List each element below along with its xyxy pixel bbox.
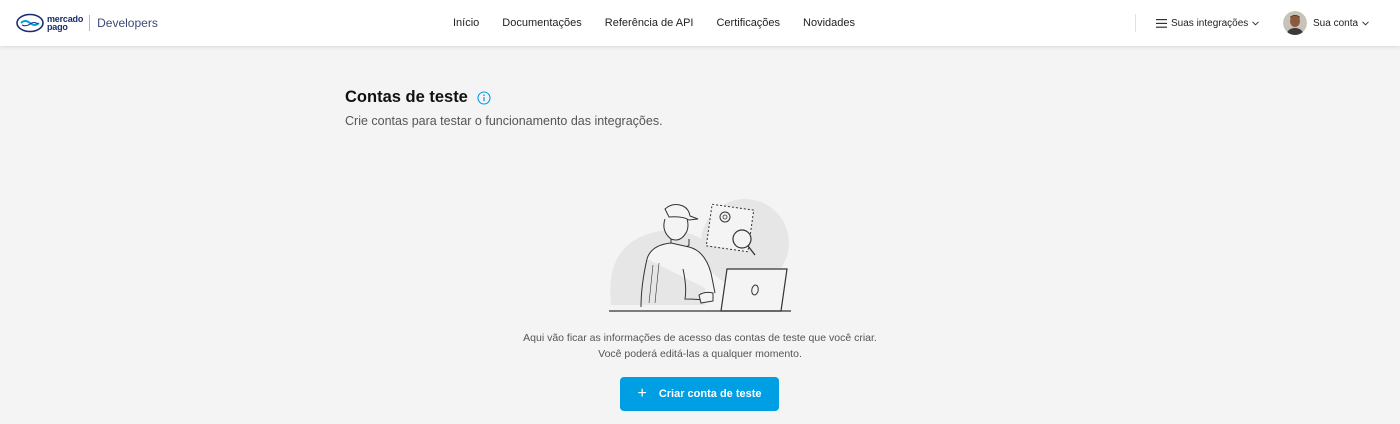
avatar: [1283, 11, 1307, 35]
create-test-account-label: Criar conta de teste: [658, 388, 762, 400]
chevron-down-icon: [1362, 20, 1369, 26]
brand-product-name: Developers: [97, 16, 158, 30]
nav-item-inicio[interactable]: Início: [453, 17, 479, 29]
brand-logo-link[interactable]: mercado pago Developers: [16, 12, 158, 34]
brand-wordmark: mercado pago: [47, 15, 83, 32]
nav-item-referencia-api[interactable]: Referência de API: [605, 17, 694, 29]
header-divider: [1135, 14, 1136, 32]
nav-item-documentacoes[interactable]: Documentações: [502, 17, 582, 29]
plus-icon: +: [637, 385, 647, 402]
account-label: Sua conta: [1313, 17, 1359, 29]
page-title: Contas de teste: [345, 88, 468, 106]
main-nav: Início Documentações Referência de API C…: [453, 0, 855, 46]
nav-item-novidades[interactable]: Novidades: [803, 17, 855, 29]
top-navigation-bar: mercado pago Developers Início Documenta…: [0, 0, 1400, 46]
mercadopago-logo-icon: [16, 13, 44, 33]
brand-divider: [89, 15, 91, 31]
integrations-menu-button[interactable]: Suas integrações: [1156, 0, 1263, 46]
page-subtitle: Crie contas para testar o funcionamento …: [345, 114, 663, 128]
empty-state-message: Aqui vão ficar as informações de acesso …: [400, 330, 1000, 362]
account-menu-button[interactable]: Sua conta: [1283, 0, 1369, 46]
menu-list-icon: [1156, 18, 1167, 28]
empty-state-line-1: Aqui vão ficar as informações de acesso …: [523, 332, 877, 344]
integrations-label: Suas integrações: [1171, 17, 1249, 29]
nav-item-certificacoes[interactable]: Certificações: [716, 17, 780, 29]
empty-state-line-2: Você poderá editá-las a qualquer momento…: [598, 348, 802, 360]
create-test-account-button[interactable]: + Criar conta de teste: [620, 377, 779, 411]
info-icon[interactable]: [477, 90, 491, 105]
empty-state-illustration: [609, 199, 791, 312]
chevron-down-icon: [1252, 20, 1260, 26]
brand-line-2: pago: [47, 22, 68, 32]
page-title-row: Contas de teste: [345, 88, 491, 107]
